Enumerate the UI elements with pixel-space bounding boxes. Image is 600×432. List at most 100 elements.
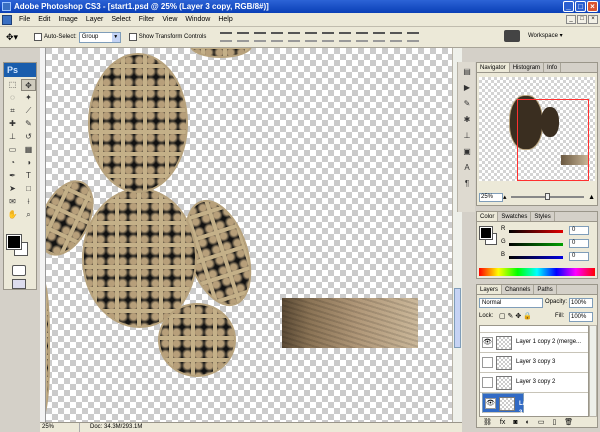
show-transform-checkbox[interactable] [128, 33, 137, 41]
delete-layer-icon[interactable]: 🗑 [564, 418, 573, 427]
align-bottom-icon[interactable] [254, 32, 267, 42]
scrollbar-thumb[interactable] [454, 288, 461, 348]
history-icon[interactable]: ▤ [460, 66, 474, 78]
marquee-tool-icon[interactable]: ⬚ [5, 79, 20, 91]
hand-tool-icon[interactable]: ✋ [5, 209, 20, 221]
document-icon[interactable] [2, 14, 12, 25]
distribute-right-icon[interactable] [407, 32, 420, 42]
menu-window[interactable]: Window [181, 13, 214, 27]
distribute-left-icon[interactable] [373, 32, 386, 42]
tab-paths[interactable]: Paths [534, 285, 557, 294]
zoom-level[interactable]: 25% [40, 423, 80, 432]
align-left-icon[interactable] [271, 32, 284, 42]
blue-slider[interactable] [509, 256, 563, 259]
screen-mode-icon[interactable] [12, 279, 26, 289]
new-group-icon[interactable]: ▭ [538, 418, 545, 427]
menu-layer[interactable]: Layer [82, 13, 108, 27]
layer-comps-icon[interactable]: ▣ [460, 146, 474, 158]
document-canvas[interactable] [40, 48, 454, 422]
paragraph-icon[interactable]: ¶ [460, 178, 474, 190]
distribute-hcenter-icon[interactable] [390, 32, 403, 42]
move-tool-preset-icon[interactable]: ✥▾ [6, 30, 26, 44]
quick-mask-icon[interactable] [12, 265, 26, 276]
fill-input[interactable]: 100% [569, 312, 593, 322]
layer-row[interactable]: Layer 3 copy 3 [480, 353, 588, 373]
panel-foreground-swatch[interactable] [479, 226, 493, 240]
tab-swatches[interactable]: Swatches [498, 212, 532, 221]
minimize-button[interactable]: _ [563, 1, 574, 12]
blend-mode-dropdown[interactable]: Normal [479, 298, 543, 308]
navigator-zoom-input[interactable]: 25% [479, 192, 503, 202]
menu-file[interactable]: File [15, 13, 34, 27]
auto-select-dropdown[interactable]: Group ▼ [78, 31, 121, 43]
doc-close-button[interactable]: × [588, 15, 598, 24]
path-selection-tool-icon[interactable]: ➤ [5, 183, 20, 195]
tab-styles[interactable]: Styles [531, 212, 555, 221]
close-button[interactable]: × [587, 1, 598, 12]
history-brush-tool-icon[interactable]: ↺ [21, 131, 36, 143]
menu-select[interactable]: Select [107, 13, 134, 27]
opacity-input[interactable]: 100% [569, 298, 593, 308]
eraser-tool-icon[interactable]: ▭ [5, 144, 20, 156]
actions-icon[interactable]: ▶ [460, 82, 474, 94]
distribute-bottom-icon[interactable] [356, 32, 369, 42]
menu-edit[interactable]: Edit [34, 13, 54, 27]
distribute-top-icon[interactable] [322, 32, 335, 42]
lasso-tool-icon[interactable]: ◌ [5, 92, 20, 104]
auto-select-checkbox[interactable] [34, 33, 42, 41]
layers-scrollbar[interactable] [589, 325, 597, 417]
zoom-slider-knob[interactable] [544, 193, 550, 200]
clone-stamp-tool-icon[interactable]: ⊥ [5, 131, 20, 143]
workspace-menu[interactable]: Workspace ▾ [528, 32, 563, 39]
menu-help[interactable]: Help [214, 13, 236, 27]
doc-restore-button[interactable]: □ [577, 15, 587, 24]
eye-toggle-empty[interactable] [482, 377, 493, 388]
zoom-slider[interactable] [510, 193, 585, 200]
eye-icon[interactable]: 👁 [482, 337, 493, 348]
tool-presets-icon[interactable]: ✎ [460, 98, 474, 110]
layer-row-partial[interactable] [480, 326, 588, 333]
magic-wand-tool-icon[interactable]: ✦ [21, 92, 36, 104]
layer-row[interactable]: 👁 Layer 1 copy 2 (merge... [480, 333, 588, 353]
blur-tool-icon[interactable]: ◔ [5, 157, 20, 169]
adjustment-layer-icon[interactable]: ◐ [526, 418, 530, 427]
zoom-tool-icon[interactable]: ⌕ [21, 209, 36, 221]
navigator-preview[interactable] [479, 77, 595, 181]
tab-layers[interactable]: Layers [477, 285, 503, 294]
foreground-color-swatch[interactable] [6, 234, 22, 250]
layer-row[interactable]: Layer 3 copy 2 [480, 373, 588, 393]
blue-value[interactable]: 0 [569, 252, 589, 261]
ps-logo[interactable]: Ps [4, 63, 36, 77]
brush-tool-icon[interactable]: ✎ [21, 118, 36, 130]
link-layers-icon[interactable]: ⛓ [483, 418, 492, 427]
maximize-button[interactable]: □ [575, 1, 586, 12]
align-right-icon[interactable] [305, 32, 318, 42]
type-tool-icon[interactable]: T [21, 170, 36, 182]
eye-toggle-empty[interactable] [482, 357, 493, 368]
lock-icons[interactable]: ▢ ✎ ✥ 🔒 [499, 312, 532, 320]
dodge-tool-icon[interactable]: ◑ [21, 157, 36, 169]
distribute-vcenter-icon[interactable] [339, 32, 352, 42]
healing-brush-tool-icon[interactable]: ✚ [5, 118, 20, 130]
eye-icon[interactable]: 👁 [485, 398, 496, 409]
layer-style-icon[interactable]: fx [500, 418, 505, 427]
view-box[interactable] [517, 99, 589, 181]
notes-tool-icon[interactable]: ✉ [5, 196, 20, 208]
color-ramp[interactable] [479, 268, 595, 276]
new-layer-icon[interactable]: ▯ [552, 418, 556, 427]
clone-source-icon[interactable]: ⊥ [460, 130, 474, 142]
menu-view[interactable]: View [158, 13, 181, 27]
red-value[interactable]: 0 [569, 226, 589, 235]
green-slider[interactable] [509, 243, 563, 246]
move-tool-icon[interactable]: ✥ [21, 79, 36, 91]
tab-histogram[interactable]: Histogram [510, 63, 545, 72]
zoom-in-icon[interactable]: ▲ [588, 194, 595, 201]
pen-tool-icon[interactable]: ✒ [5, 170, 20, 182]
align-vcenter-icon[interactable] [237, 32, 250, 42]
align-hcenter-icon[interactable] [288, 32, 301, 42]
gradient-tool-icon[interactable]: ▦ [21, 144, 36, 156]
tab-navigator[interactable]: Navigator [477, 63, 510, 72]
tab-channels[interactable]: Channels [502, 285, 535, 294]
menu-image[interactable]: Image [54, 13, 81, 27]
layer-row-selected[interactable]: 👁 Layer 3 copy [482, 393, 535, 416]
